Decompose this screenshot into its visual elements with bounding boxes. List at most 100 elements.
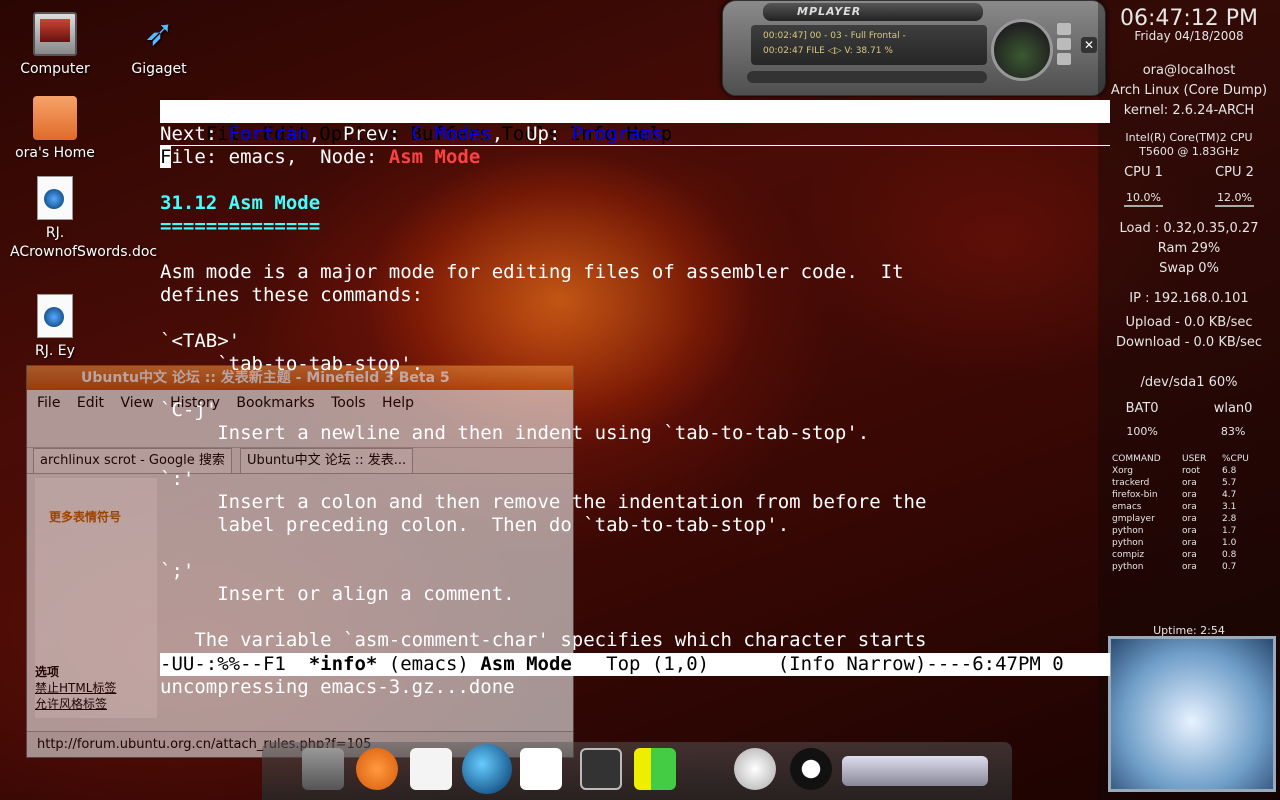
process-row: python ora 1.0 <box>1112 538 1237 548</box>
dock <box>262 742 1012 800</box>
sysmon-ram: Ram 29% <box>1157 241 1221 256</box>
emacs-echo-area: uncompressing emacs-3.gz...done <box>160 676 515 698</box>
process-row: trackerd ora 5.7 <box>1112 478 1237 488</box>
firefox-options: 选项 禁止HTML标签 允许风格标签 <box>35 664 116 712</box>
text-cursor: F <box>160 146 172 168</box>
mplayer-window[interactable]: MPLAYER 00:02:47] 00 - 03 - Full Frontal… <box>722 0 1106 96</box>
cpu1-label: CPU 1 <box>1124 165 1163 180</box>
desktop-icon-label: Gigaget <box>131 61 187 77</box>
ff-menu-file[interactable]: File <box>37 395 60 411</box>
clock-date: Friday 04/18/2008 <box>1134 29 1244 43</box>
desktop-icon-label: RJ. Ey <box>35 343 75 359</box>
info-text-line: Insert a newline and then indent using `… <box>160 422 870 444</box>
wlan-label: wlan0 <box>1213 401 1253 416</box>
emacs-modeline: -UU-:%%--F1 *info* (emacs) Asm Mode Top … <box>160 653 1110 676</box>
wallpaper-thumbnail[interactable] <box>1108 636 1276 792</box>
info-text-line: Insert or align a comment. <box>160 583 515 605</box>
mplayer-icon[interactable] <box>520 748 562 790</box>
emacs-window[interactable]: File Edit Options Buffers Tools Info Help Next… <box>160 100 1110 700</box>
mplayer-side-buttons <box>1057 23 1075 68</box>
gigaget-icon: ➶ <box>143 13 175 54</box>
system-monitor: 06:47:12 PM Friday 04/18/2008 ora@localh… <box>1098 0 1280 800</box>
emacs-menubar: File Edit Options Buffers Tools Info Help <box>160 100 1110 145</box>
sysmon-distro: Arch Linux (Core Dump) <box>1110 83 1268 98</box>
info-text-line: Asm mode is a major mode for editing fil… <box>160 261 904 283</box>
ff-menu-edit[interactable]: Edit <box>77 395 104 411</box>
info-text-line: `<TAB>' <box>160 330 241 352</box>
process-row: compiz ora 0.8 <box>1112 550 1237 560</box>
option-allow-bbcode[interactable]: 允许风格标签 <box>35 696 116 712</box>
mplayer-volume-knob[interactable] <box>991 19 1053 81</box>
system-tray[interactable] <box>842 756 988 786</box>
desktop-icon-label: RJ. ACrownofSwords.doc <box>10 225 158 260</box>
sysmon-kernel: kernel: 2.6.24-ARCH <box>1123 103 1255 118</box>
vlc-icon[interactable] <box>356 748 398 790</box>
process-row: firefox-bin ora 4.7 <box>1112 490 1237 500</box>
sysmon-disk: /dev/sda1 60% <box>1140 375 1238 390</box>
info-text-line: label preceding colon. Then do `tab-to-t… <box>160 514 790 536</box>
desktop-icon-label: ora's Home <box>15 145 95 161</box>
sysmon-user: ora@localhost <box>1142 63 1236 78</box>
process-row: Xorg root 6.8 <box>1112 466 1237 476</box>
power-icon[interactable] <box>790 748 832 790</box>
info-link-up[interactable]: Programs <box>572 123 664 145</box>
firefox-icon[interactable] <box>462 744 512 794</box>
mplayer-button[interactable] <box>1057 38 1071 50</box>
document-icon <box>37 176 73 220</box>
heading-underline: ============== <box>160 215 321 237</box>
option-disable-html[interactable]: 禁止HTML标签 <box>35 680 116 696</box>
terminal-icon[interactable] <box>580 748 622 790</box>
info-text-line: defines these commands: <box>160 284 424 306</box>
options-title: 选项 <box>35 665 60 679</box>
sysmon-download: Download - 0.0 KB/sec <box>1115 335 1263 350</box>
sysmon-cpu-speed: T5600 @ 1.83GHz <box>1139 145 1239 158</box>
mplayer-status-line: 00:02:47 FILE ◁▷ V: 38.71 % <box>763 46 893 56</box>
process-list: Xorg root 6.8 trackerd ora 5.7 firefox-bin ora 4… <box>1098 465 1280 573</box>
computer-icon <box>33 12 77 56</box>
home-folder-icon <box>33 96 77 140</box>
cpu1-value: 10.0% <box>1124 191 1163 207</box>
process-row: python ora 1.7 <box>1112 526 1237 536</box>
mplayer-seek-bar[interactable] <box>747 71 987 83</box>
wlan-value: 83% <box>1220 425 1246 438</box>
photo-viewer-icon[interactable] <box>302 748 344 790</box>
info-text-line: Insert a colon and then remove the inden… <box>160 491 927 513</box>
sysmon-upload: Upload - 0.0 KB/sec <box>1125 315 1253 330</box>
sysmon-ip: IP : 192.168.0.101 <box>1129 291 1249 306</box>
info-file-line: File: emacs, Node: Asm Mode <box>160 146 481 168</box>
info-link-prev[interactable]: C Modes <box>412 123 492 145</box>
sysmon-cpu-model: Intel(R) Core(TM)2 CPU <box>1125 131 1253 144</box>
desktop-icon-gigaget[interactable]: ➶ Gigaget <box>114 12 204 79</box>
process-header: COMMAND USER %CPU <box>1112 454 1249 464</box>
mplayer-close-icon[interactable]: ✕ <box>1081 37 1097 53</box>
modeline-node: Asm Mode <box>480 653 572 675</box>
battery-monitor-icon[interactable] <box>634 748 676 790</box>
process-row: gmplayer ora 2.8 <box>1112 514 1237 524</box>
section-heading: 31.12 Asm Mode <box>160 192 321 214</box>
info-nav-line: Next: Fortran, Prev: C Modes, Up: Progra… <box>160 123 1110 146</box>
battery-value: 100% <box>1126 425 1158 438</box>
desktop-icon-computer[interactable]: Computer <box>10 12 100 79</box>
info-text-line: `tab-to-tab-stop'. <box>160 353 424 375</box>
sysmon-load: Load : 0.32,0.35,0.27 <box>1119 221 1259 236</box>
mplayer-title: MPLAYER <box>763 3 983 21</box>
info-text-line: `:' <box>160 468 195 490</box>
mplayer-button[interactable] <box>1057 23 1071 35</box>
info-node-name: Asm Mode <box>388 146 481 168</box>
ff-menu-view[interactable]: View <box>120 395 153 411</box>
clock-icon[interactable] <box>734 748 776 790</box>
info-text-line: `C-j' <box>160 399 218 421</box>
file-manager-icon[interactable] <box>410 748 452 790</box>
desktop-icon-home[interactable]: ora's Home <box>10 96 100 163</box>
process-row: emacs ora 3.1 <box>1112 502 1237 512</box>
battery-label: BAT0 <box>1125 401 1159 416</box>
modeline-buffer: *info* <box>308 653 378 675</box>
desktop-icon-doc2[interactable]: RJ. Ey <box>10 294 100 361</box>
desktop-icon-doc[interactable]: RJ. ACrownofSwords.doc <box>10 176 157 262</box>
info-link-next[interactable]: Fortran <box>229 123 309 145</box>
mplayer-button[interactable] <box>1057 53 1071 65</box>
process-row: python ora 0.7 <box>1112 562 1237 572</box>
cpu2-label: CPU 2 <box>1215 165 1254 180</box>
clock-time: 06:47:12 PM <box>1119 6 1259 31</box>
more-emoticons-link[interactable]: 更多表情符号 <box>49 508 157 525</box>
